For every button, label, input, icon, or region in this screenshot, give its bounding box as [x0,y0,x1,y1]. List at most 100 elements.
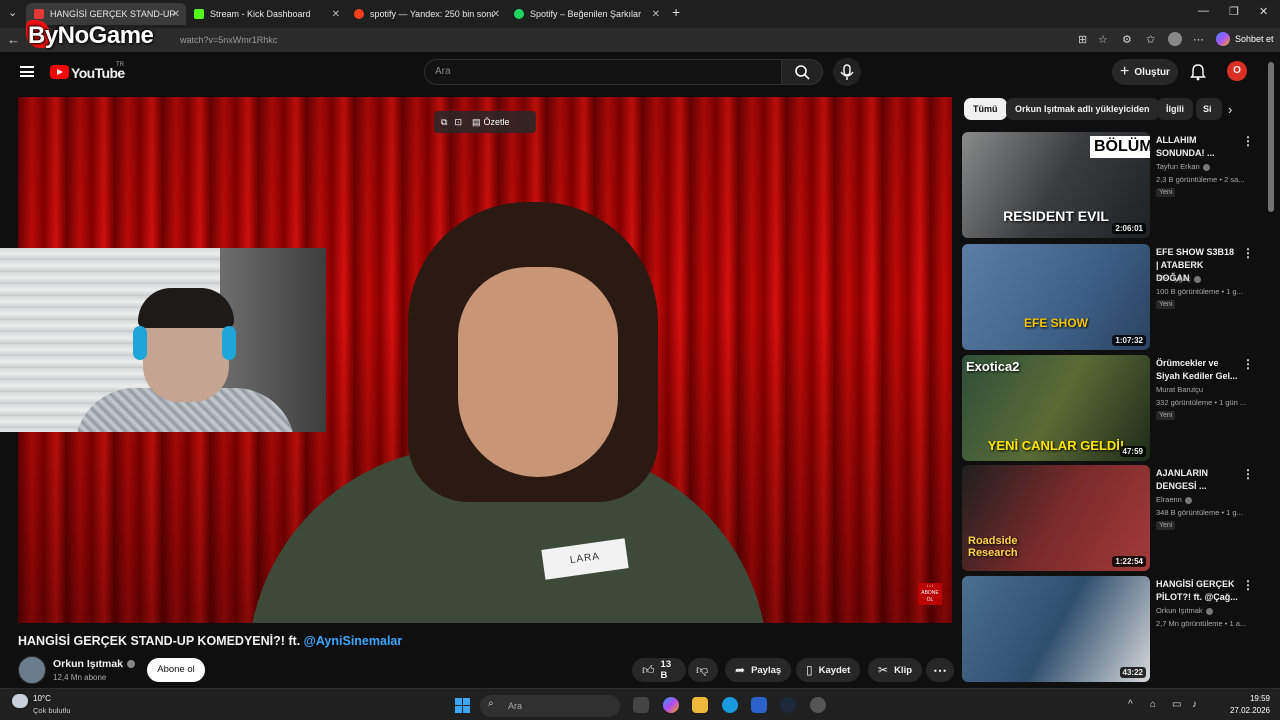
more-vertical-icon[interactable]: ⋮ [1242,357,1254,371]
video-thumbnail[interactable]: 43:22 [962,576,1150,682]
youtube-header: YouTube TR Ara + Oluştur O [0,52,1280,92]
extensions-icon[interactable]: ⚙ [1122,33,1132,46]
search-input[interactable]: Ara [424,59,782,85]
voice-search-button[interactable] [833,58,861,86]
maximize-icon[interactable]: ❐ [1229,5,1239,18]
notifications-button[interactable] [1190,63,1206,86]
chip-more[interactable]: Si [1196,98,1222,120]
recommendation-item[interactable]: 43:22 HANGİSİ GERÇEK PİLOT?! ft. @Çağ...… [962,576,1262,682]
more-menu-icon[interactable]: ⋯ [1193,33,1204,46]
steam-icon[interactable] [780,697,796,713]
windows-start-icon[interactable] [455,698,470,713]
channel-name[interactable]: Orkun Işıtmak [53,658,136,670]
subscribe-watermark[interactable]: ↓↓↓ ABONE OL [918,583,942,605]
summarize-icon[interactable]: ▤ [472,117,481,128]
battery-icon[interactable]: ▭ [1172,699,1181,710]
back-icon[interactable]: ← [7,32,20,47]
browser-tab-spotify[interactable]: Spotify – Beğenilen Şarkılar ✕ [506,3,666,25]
close-window-icon[interactable]: ✕ [1259,5,1268,18]
edge-browser-icon[interactable] [722,697,738,713]
headphone-right-icon [222,326,236,360]
recommendation-item[interactable]: Roadside Research 1:22:54 AJANLARIN DENG… [962,465,1262,571]
taskbar-date[interactable]: 27.02.2026 [1216,706,1270,715]
video-title[interactable]: Örümcekler ve Siyah Kediler Gel... [1156,357,1238,383]
clip-button[interactable]: ✂ Klip [868,658,923,682]
screenshot-icon[interactable]: ⧉ [441,117,447,128]
favorite-star-icon[interactable]: ☆ [1098,33,1108,46]
plus-icon: + [1120,63,1130,80]
close-tab-icon[interactable]: ✕ [332,9,340,20]
menu-icon[interactable] [20,66,34,77]
share-button[interactable]: ➦ Paylaş [725,658,792,682]
like-button[interactable]: 👍︎ 13 B [632,658,686,682]
cloud-icon[interactable] [12,694,28,708]
collections-icon[interactable]: ✩ [1146,33,1155,46]
subscribe-button[interactable]: Abone ol [147,658,205,682]
channel-avatar[interactable] [18,656,46,684]
tab-list-icon[interactable]: ⌄ [8,6,17,19]
scissors-icon: ✂ [878,663,889,677]
video-stats: 2,3 B görüntüleme • 2 sa... [1156,175,1245,184]
app-available-icon[interactable]: ⊞ [1078,33,1087,46]
task-view-icon[interactable] [633,697,649,713]
page-scrollbar[interactable] [1268,62,1274,212]
address-bar[interactable]: watch?v=5nxWmr1Rhkc [180,35,277,45]
weather-temperature[interactable]: 10°C [33,694,51,703]
channel-name-text[interactable]: Orkun Işıtmak [53,658,123,670]
taskbar-time[interactable]: 19:59 [1226,694,1270,703]
obs-icon[interactable] [810,697,826,713]
minimize-icon[interactable]: — [1198,5,1209,17]
webcam-overlay [0,248,326,432]
account-avatar[interactable]: O [1227,61,1247,81]
dislike-button[interactable]: 👎︎ [688,658,718,682]
recommendation-item[interactable]: EFE SHOW 1:07:32 EFE SHOW S3B18 | ATABER… [962,244,1262,350]
new-tab-icon[interactable]: + [672,4,680,20]
speaker-icon[interactable]: ♪ [1192,699,1197,710]
video-thumbnail[interactable]: Exotica2 YENİ CANLAR GELDİ! 47:59 [962,355,1150,461]
search-button[interactable] [781,59,823,85]
video-title[interactable]: AJANLARIN DENGESİ ... [1156,467,1238,493]
weather-condition[interactable]: Çok bulutlu [33,706,71,715]
picture-in-picture-icon[interactable]: ⊡ [454,117,462,128]
summarize-label[interactable]: Özetle [484,117,510,127]
chevron-up-icon[interactable]: ^ [1128,699,1133,710]
more-vertical-icon[interactable]: ⋮ [1242,246,1254,260]
network-icon[interactable]: ⌂ [1150,699,1156,710]
video-thumbnail[interactable]: BÖLÜM RESIDENT EVIL 2:06:01 [962,132,1150,238]
save-button[interactable]: ▯ Kaydet [796,658,861,682]
close-tab-icon[interactable]: ✕ [172,9,180,20]
browser-tab-kick[interactable]: Stream - Kick Dashboard ✕ [186,3,346,25]
taskbar-search-input[interactable]: Ara [480,695,620,717]
chip-related[interactable]: İlgili [1157,98,1193,120]
more-actions-button[interactable]: ⋯ [926,658,954,682]
close-tab-icon[interactable]: ✕ [492,9,500,20]
youtube-favicon-icon [34,9,44,19]
more-vertical-icon[interactable]: ⋮ [1242,467,1254,481]
video-title[interactable]: HANGİSİ GERÇEK PİLOT?! ft. @Çağ... [1156,578,1238,604]
mention-link[interactable]: @AyniSinemalar [304,634,403,648]
copilot-button[interactable]: Sohbet et [1216,32,1274,46]
chip-from-uploader[interactable]: Orkun Işıtmak adlı yükleyiciden [1006,98,1159,120]
verified-icon [1184,496,1192,504]
verified-icon [1193,275,1201,283]
youtube-logo-icon[interactable] [50,65,69,79]
close-tab-icon[interactable]: ✕ [652,9,660,20]
profile-icon[interactable] [1168,32,1182,46]
channel-name: Elraenn [1156,495,1192,504]
file-explorer-icon[interactable] [692,697,708,713]
create-button[interactable]: + Oluştur [1112,59,1178,85]
share-icon: ➦ [735,663,746,677]
chip-all[interactable]: Tümü [964,98,1007,120]
video-thumbnail[interactable]: Roadside Research 1:22:54 [962,465,1150,571]
store-icon[interactable] [751,697,767,713]
recommendation-item[interactable]: BÖLÜM RESIDENT EVIL 2:06:01 ALLAHIM SONU… [962,132,1262,238]
video-title[interactable]: ALLAHIM SONUNDA! ... [1156,134,1238,160]
browser-tab-yandex[interactable]: spotify — Yandex: 250 bin sonuç b ✕ [346,3,506,25]
windows-taskbar: 10°C Çok bulutlu Ara ⌕ ^ ⌂ ▭ ♪ 19:59 27.… [0,688,1280,720]
more-vertical-icon[interactable]: ⋮ [1242,134,1254,148]
more-vertical-icon[interactable]: ⋮ [1242,578,1254,592]
recommendation-item[interactable]: Exotica2 YENİ CANLAR GELDİ! 47:59 Örümce… [962,355,1262,461]
video-thumbnail[interactable]: EFE SHOW 1:07:32 [962,244,1150,350]
copilot-app-icon[interactable] [663,697,679,713]
chevron-right-icon[interactable]: › [1228,102,1232,117]
